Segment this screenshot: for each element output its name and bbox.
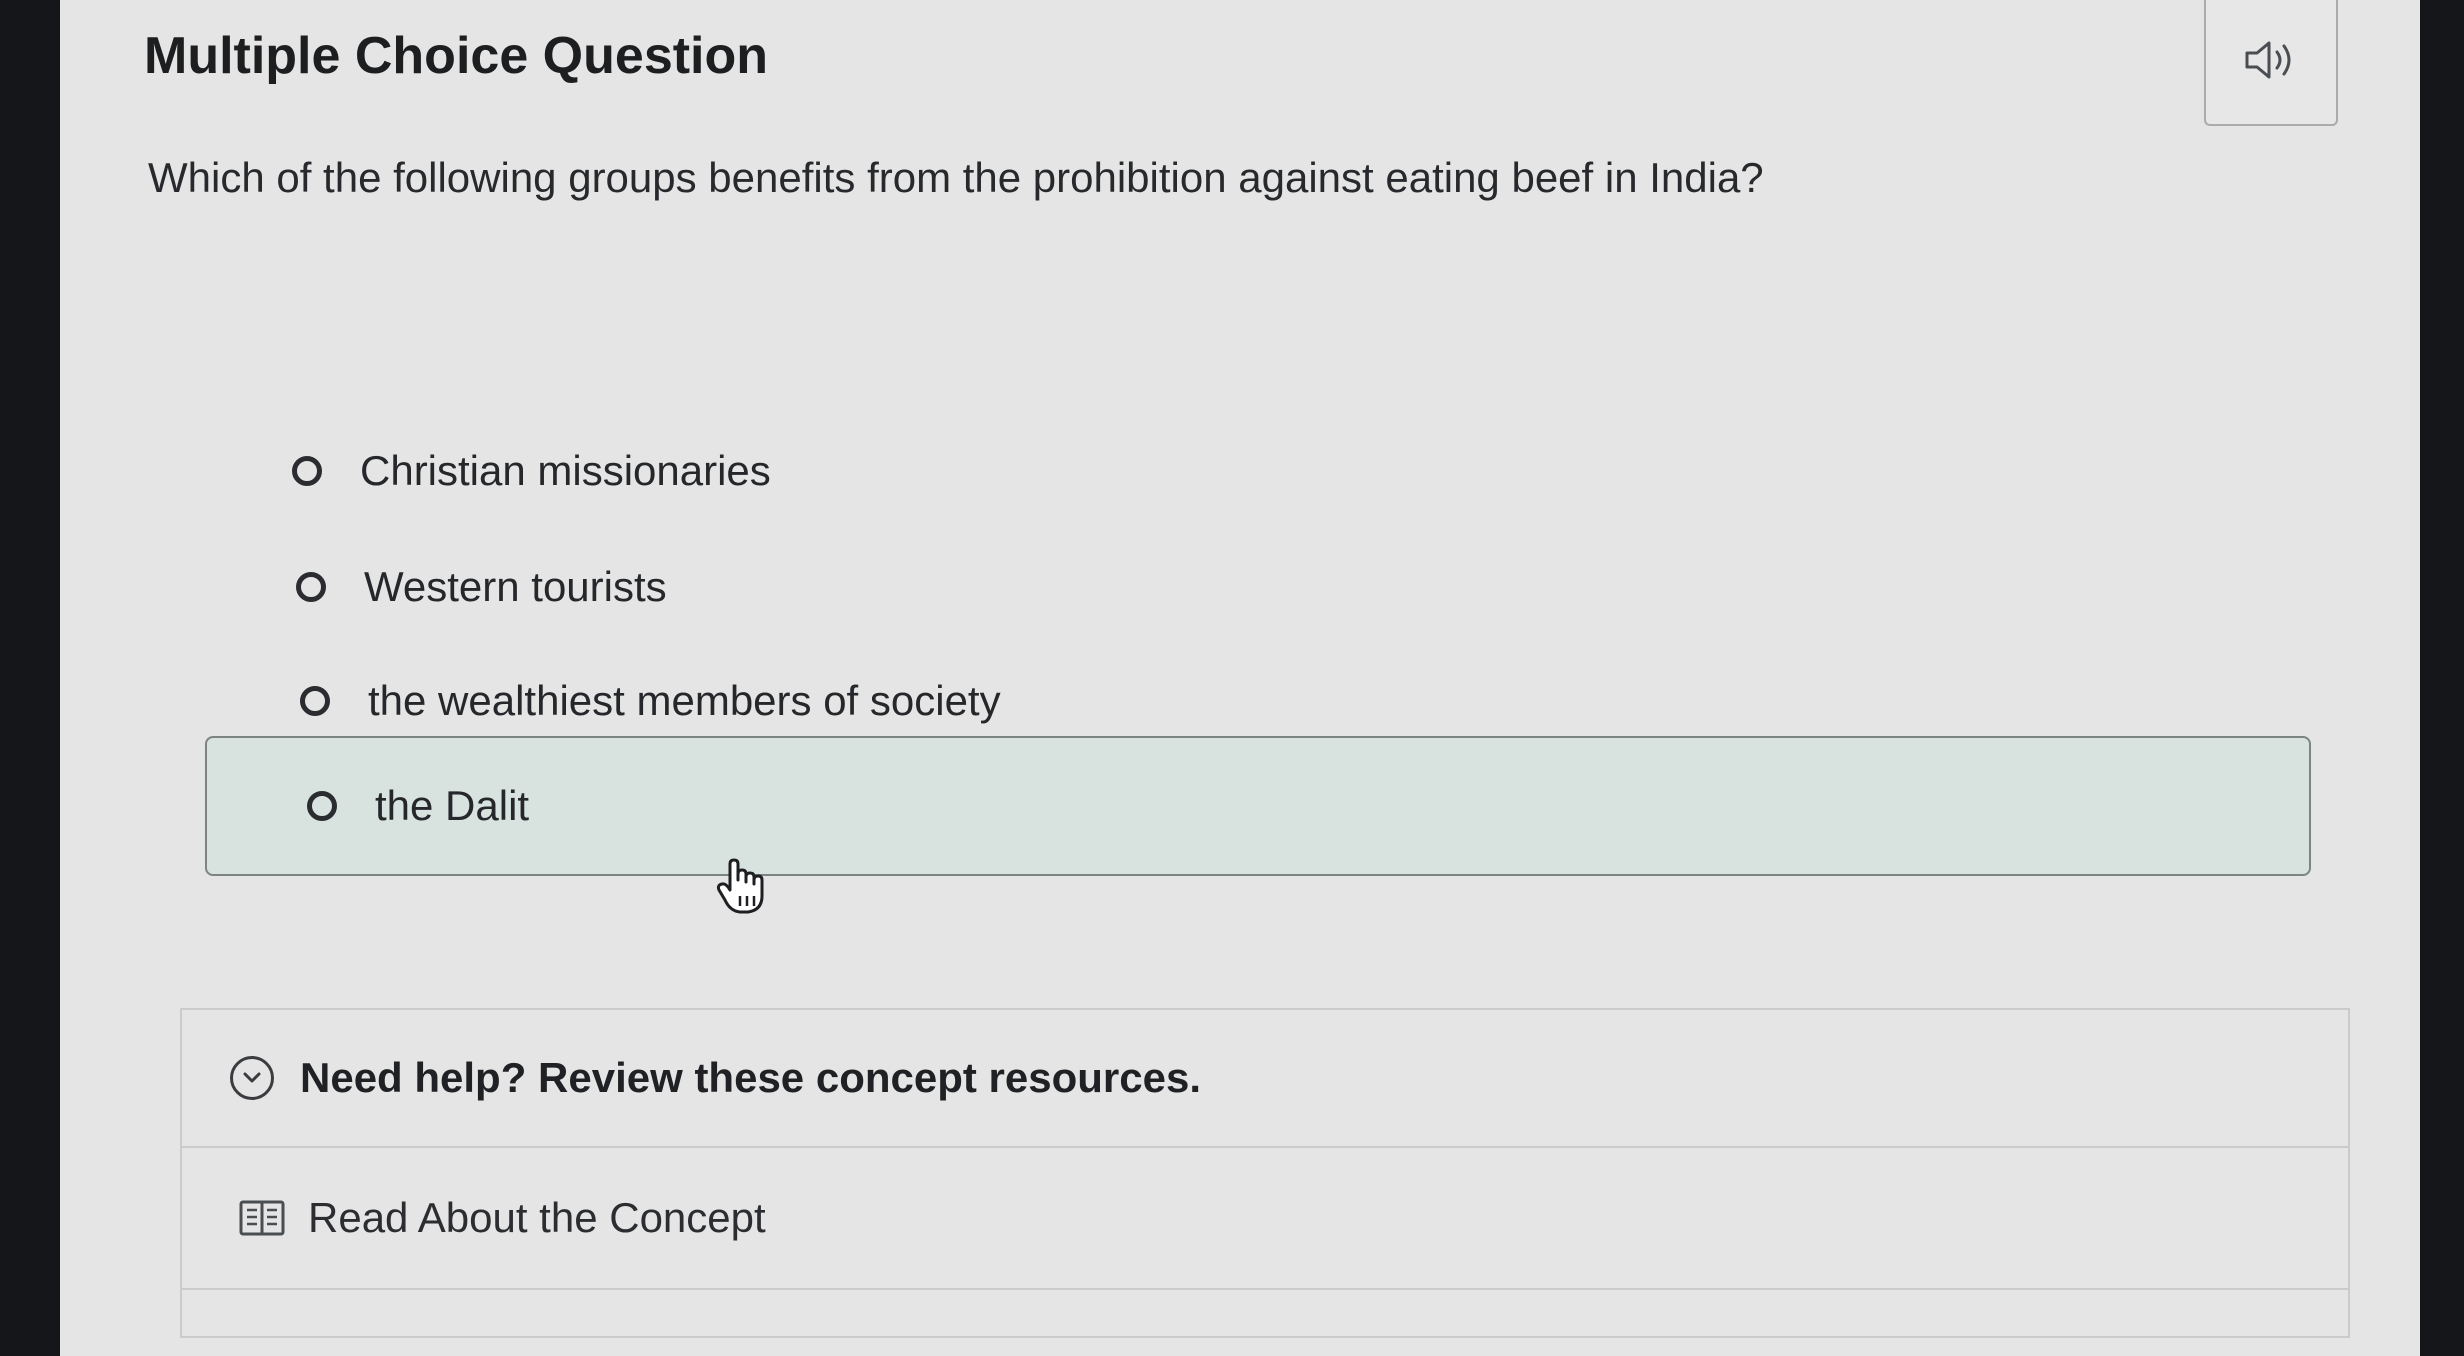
chevron-down-icon[interactable] xyxy=(230,1056,274,1100)
option-label: Christian missionaries xyxy=(360,447,771,494)
quiz-screen: Multiple Choice Question Which of the fo… xyxy=(60,0,2420,1356)
resource-label: Read About the Concept xyxy=(308,1194,766,1241)
radio-button[interactable] xyxy=(300,686,330,716)
option-label: the Dalit xyxy=(375,782,530,829)
read-aloud-button[interactable] xyxy=(2204,0,2338,126)
page-title: Multiple Choice Question xyxy=(144,27,769,85)
option-label: the wealthiest members of society xyxy=(368,677,1001,724)
concept-resources-panel: Need help? Review these concept resource… xyxy=(180,1008,2350,1338)
answer-option-christian-missionaries[interactable]: Christian missionaries xyxy=(292,416,771,526)
help-title: Need help? Review these concept resource… xyxy=(300,1054,1201,1101)
answer-option-western-tourists[interactable]: Western tourists xyxy=(296,532,667,642)
radio-button[interactable] xyxy=(307,791,337,821)
book-icon xyxy=(238,1198,286,1238)
radio-button[interactable] xyxy=(292,456,322,486)
speaker-icon xyxy=(2245,41,2291,79)
concept-resources-toggle[interactable]: Need help? Review these concept resource… xyxy=(182,1010,2348,1148)
radio-button[interactable] xyxy=(296,572,326,602)
answer-option-the-dalit[interactable]: the Dalit xyxy=(205,736,2311,876)
option-label: Western tourists xyxy=(364,563,667,610)
hand-cursor-icon xyxy=(716,858,764,914)
question-text: Which of the following groups benefits f… xyxy=(148,154,1764,201)
read-about-concept-link[interactable]: Read About the Concept xyxy=(182,1148,2348,1290)
